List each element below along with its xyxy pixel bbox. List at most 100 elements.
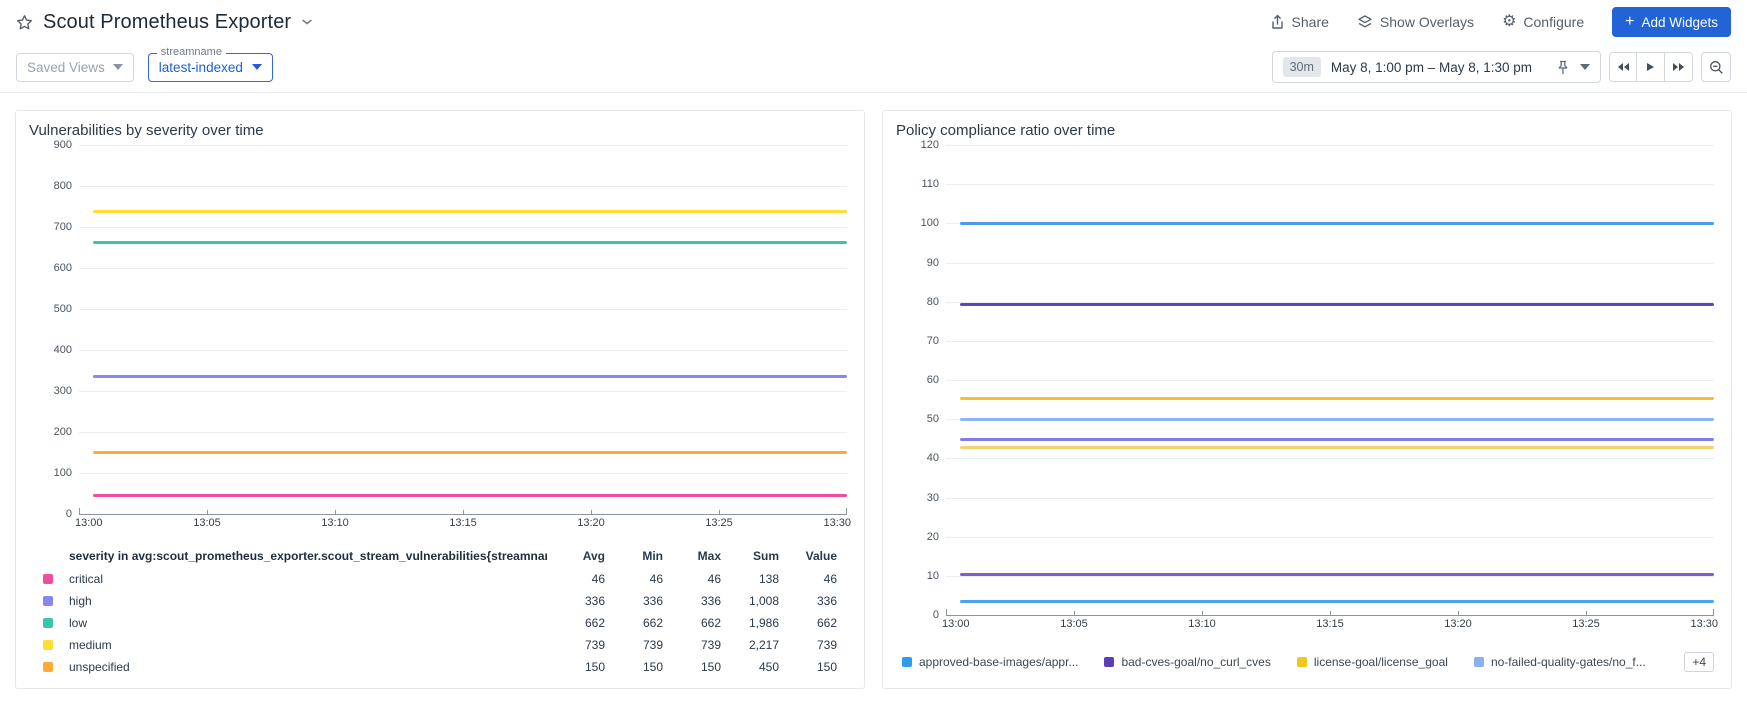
column-header: Min: [642, 549, 663, 563]
saved-views-dropdown[interactable]: Saved Views: [16, 52, 134, 82]
series-color-swatch: [43, 618, 53, 628]
y-tick-label: 110: [921, 178, 939, 191]
y-tick-label: 200: [53, 425, 72, 438]
configure-button[interactable]: ⚙ Configure: [1502, 13, 1584, 31]
zoom-out-button[interactable]: [1701, 52, 1731, 82]
cell-value: 1,008: [748, 594, 779, 608]
widget-vulnerabilities[interactable]: Vulnerabilities by severity over time 90…: [15, 110, 865, 689]
time-range-picker[interactable]: 30m May 8, 1:00 pm – May 8, 1:30 pm: [1271, 51, 1601, 83]
show-overlays-button[interactable]: Show Overlays: [1357, 14, 1474, 30]
table-row[interactable]: medium 739 739 739 2,217 739: [35, 634, 837, 656]
gridline: [79, 267, 847, 269]
column-header: Avg: [582, 549, 605, 563]
series-color-swatch: [43, 662, 53, 672]
y-tick-label: 600: [53, 261, 72, 274]
series-line-low: [93, 241, 847, 245]
gridline: [946, 262, 1714, 264]
y-tick-label: 40: [926, 452, 939, 465]
time-forward-button[interactable]: [1665, 52, 1693, 82]
chevron-down-icon[interactable]: [301, 18, 313, 26]
dashboard-header: Scout Prometheus Exporter Share Show Ove…: [0, 0, 1747, 93]
line-chart-plot[interactable]: 120 110 100 90 80 70 60 50 40 30 20 10 0: [921, 139, 1714, 621]
legend-item[interactable]: no-failed-quality-gates/no_f...: [1473, 655, 1646, 669]
legend-label: bad-cves-goal/no_curl_cves: [1121, 655, 1271, 669]
y-tick-label: 60: [926, 374, 939, 386]
series-color-swatch: [43, 640, 53, 650]
gridline: [946, 575, 1714, 577]
zoom-out-icon: [1709, 60, 1723, 74]
streamname-template-variable[interactable]: streamname latest-indexed: [147, 45, 273, 82]
series-line: [960, 437, 1714, 441]
gridline: [79, 308, 847, 310]
cell-value: 46: [649, 572, 663, 586]
table-row[interactable]: low 662 662 662 1,986 662: [35, 612, 837, 634]
y-tick-label: 0: [932, 609, 939, 621]
play-icon: [1647, 63, 1654, 71]
table-row[interactable]: critical 46 46 46 138 46: [35, 568, 837, 590]
cell-value: 336: [584, 594, 605, 608]
x-tick-label: 13:05: [1060, 618, 1088, 630]
star-icon[interactable]: [16, 14, 33, 31]
series-line-license-goal/license_goal: [960, 396, 1714, 400]
series-name: low: [69, 616, 88, 630]
widget-title: Policy compliance ratio over time: [896, 122, 1116, 139]
time-play-button[interactable]: [1637, 52, 1665, 82]
gridline: [946, 497, 1714, 499]
streamname-label: streamname: [156, 45, 226, 58]
rewind-icon: [1617, 63, 1629, 71]
add-widgets-button[interactable]: + Add Widgets: [1612, 7, 1731, 37]
show-overlays-label: Show Overlays: [1379, 14, 1475, 30]
series-line-approved-base-images/appr...: [960, 222, 1714, 226]
series-name: critical: [69, 572, 104, 586]
summary-table-header: severity in avg:scout_prometheus_exporte…: [35, 544, 837, 568]
gridline: [79, 349, 847, 351]
cell-value: 662: [816, 616, 837, 630]
time-range-text: May 8, 1:00 pm – May 8, 1:30 pm: [1330, 59, 1532, 75]
x-tick-label: 13:00: [942, 618, 970, 630]
series-color-swatch: [43, 574, 53, 584]
plus-icon: +: [1625, 13, 1635, 30]
legend-item[interactable]: bad-cves-goal/no_curl_cves: [1104, 655, 1271, 669]
cell-value: 1,986: [748, 616, 779, 630]
cell-value: 150: [700, 660, 721, 674]
gridline: [79, 226, 847, 228]
cell-value: 138: [758, 572, 779, 586]
cell-value: 2,217: [748, 638, 779, 652]
share-button[interactable]: Share: [1270, 14, 1329, 30]
x-tick-label: 13:15: [449, 516, 477, 529]
legend-item[interactable]: approved-base-images/appr...: [902, 655, 1078, 669]
cell-value: 150: [816, 660, 837, 674]
table-row[interactable]: unspecified 150 150 150 450 150: [35, 656, 837, 678]
series-line-no-failed-quality-gates/no_f...: [960, 418, 1714, 422]
gridline: [946, 536, 1714, 538]
layers-icon: [1357, 14, 1373, 30]
x-tick-label: 13:00: [75, 516, 103, 529]
series-name: medium: [69, 638, 112, 652]
share-label: Share: [1291, 14, 1329, 30]
line-chart-plot[interactable]: 900 800 700 600 500 400 300 200 100 0: [54, 139, 847, 520]
streamname-value: latest-indexed: [158, 59, 243, 75]
gridline: [946, 184, 1714, 186]
legend-item[interactable]: license-goal/license_goal: [1296, 655, 1448, 669]
pin-icon[interactable]: [1556, 60, 1570, 75]
table-row[interactable]: high 336 336 336 1,008 336: [35, 590, 837, 612]
legend-more-badge[interactable]: +4: [1684, 652, 1714, 672]
series-name: high: [69, 594, 92, 608]
y-tick-label: 0: [65, 507, 72, 520]
chevron-down-icon[interactable]: [1580, 64, 1590, 70]
gridline: [79, 390, 847, 392]
chart-legend: approved-base-images/appr... bad-cves-goa…: [896, 644, 1718, 678]
y-tick-label: 50: [926, 413, 939, 426]
duration-badge: 30m: [1282, 57, 1321, 77]
gear-icon: ⚙: [1502, 13, 1517, 30]
x-tick-label: 13:25: [705, 516, 733, 529]
time-back-button[interactable]: [1609, 52, 1637, 82]
widget-policy-compliance[interactable]: Policy compliance ratio over time 120 110…: [882, 110, 1732, 689]
gridline: [946, 458, 1714, 460]
cell-value: 662: [642, 616, 663, 630]
y-tick-label: 120: [920, 139, 939, 151]
legend-color-swatch: [1473, 657, 1484, 667]
legend-color-swatch: [902, 657, 912, 667]
x-tick-label: 13:15: [1316, 618, 1344, 630]
legend-label: approved-base-images/appr...: [919, 655, 1079, 669]
